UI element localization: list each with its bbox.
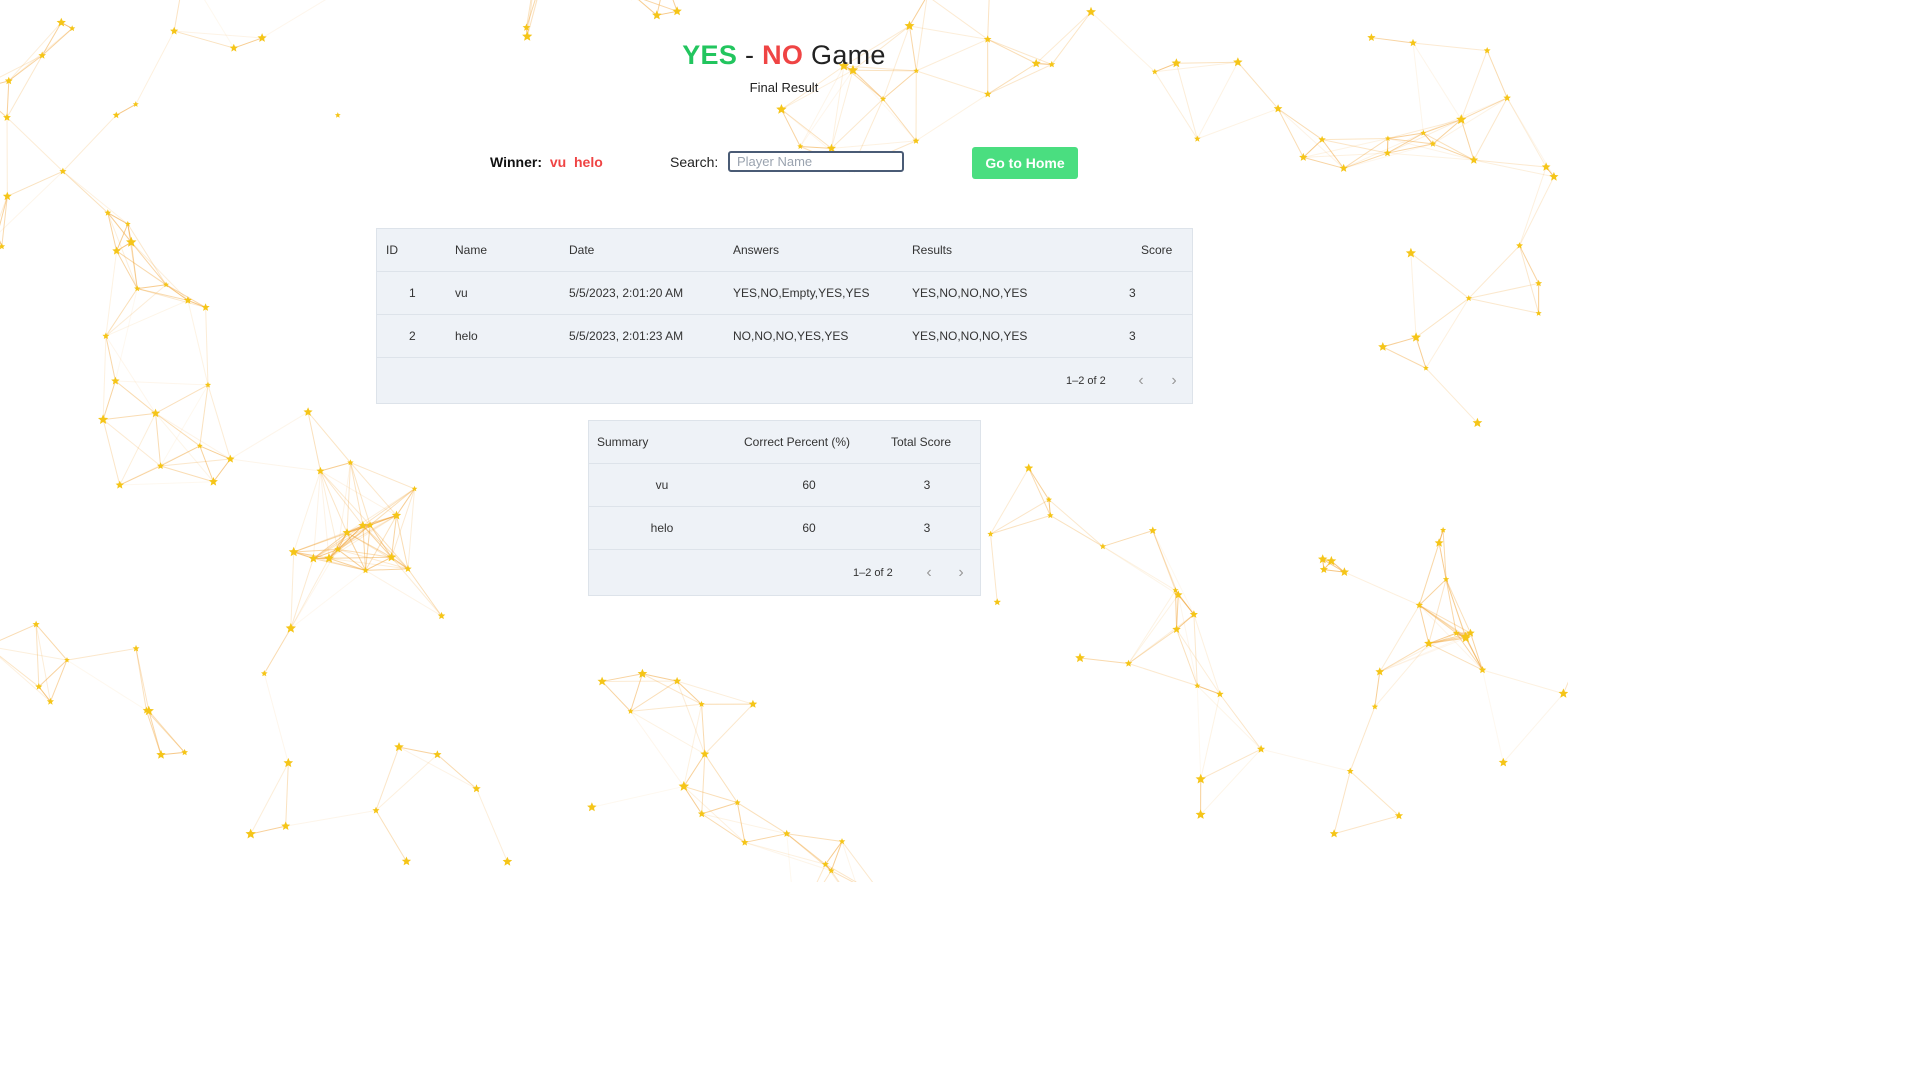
search-label: Search: [670,154,719,170]
page-subtitle: Final Result [749,80,819,95]
search-input[interactable] [728,151,904,172]
chevron-left-icon[interactable]: ‹ [919,563,939,583]
cell-answers: YES,NO,Empty,YES,YES [733,286,870,300]
column-header-score[interactable]: Score [1141,229,1172,271]
table-row[interactable]: 2 helo 5/5/2023, 2:01:23 AM NO,NO,NO,YES… [377,315,1192,358]
cell-summary: vu [655,478,669,492]
cell-summary: helo [650,521,674,535]
column-header-name[interactable]: Name [455,229,487,271]
cell-correct-percent: 60 [802,478,816,492]
cell-score: 3 [1129,286,1136,300]
chevron-right-icon[interactable]: › [951,563,971,583]
column-header-total-score[interactable]: Total Score [891,421,951,463]
winner-label: Winner: [490,154,542,170]
cell-date: 5/5/2023, 2:01:20 AM [569,286,684,300]
title-no: NO [762,40,804,70]
cell-name: helo [455,329,478,343]
results-table: ID Name Date Answers Results Score 1 vu … [376,228,1193,404]
table-header: Summary Correct Percent (%) Total Score [589,421,980,464]
title-separator: - [744,40,755,70]
cell-id: 1 [409,286,416,300]
cell-total-score: 3 [923,521,931,535]
cell-correct-percent: 60 [802,521,816,535]
column-header-summary[interactable]: Summary [597,421,648,463]
column-header-id[interactable]: ID [386,229,398,271]
title-game: Game [811,40,886,70]
page-title: YES - NO Game [0,40,1568,71]
summary-table: Summary Correct Percent (%) Total Score … [588,420,981,596]
go-to-home-button[interactable]: Go to Home [972,147,1078,179]
cell-id: 2 [409,329,416,343]
pagination-label: 1–2 of 2 [853,567,893,579]
chevron-right-icon[interactable]: › [1164,371,1184,391]
table-row[interactable]: 1 vu 5/5/2023, 2:01:20 AM YES,NO,Empty,Y… [377,272,1192,315]
column-header-results[interactable]: Results [912,229,952,271]
winner-names: vu helo [549,154,603,170]
pagination-label: 1–2 of 2 [1066,375,1106,387]
table-pagination: 1–2 of 2 ‹ › [589,551,980,595]
cell-date: 5/5/2023, 2:01:23 AM [569,329,684,343]
cell-results: YES,NO,NO,NO,YES [912,286,1028,300]
cell-results: YES,NO,NO,NO,YES [912,329,1028,343]
table-row[interactable]: helo 60 3 [589,507,980,550]
title-yes: YES [682,40,738,70]
cell-total-score: 3 [923,478,931,492]
table-pagination: 1–2 of 2 ‹ › [377,359,1192,403]
winner-display: Winner: vu helo [490,154,603,170]
table-row[interactable]: vu 60 3 [589,464,980,507]
column-header-correct-percent[interactable]: Correct Percent (%) [744,421,850,463]
column-header-answers[interactable]: Answers [733,229,779,271]
cell-score: 3 [1129,329,1136,343]
column-header-date[interactable]: Date [569,229,594,271]
cell-name: vu [455,286,468,300]
chevron-left-icon[interactable]: ‹ [1131,371,1151,391]
table-header: ID Name Date Answers Results Score [377,229,1192,272]
cell-answers: NO,NO,NO,YES,YES [733,329,849,343]
